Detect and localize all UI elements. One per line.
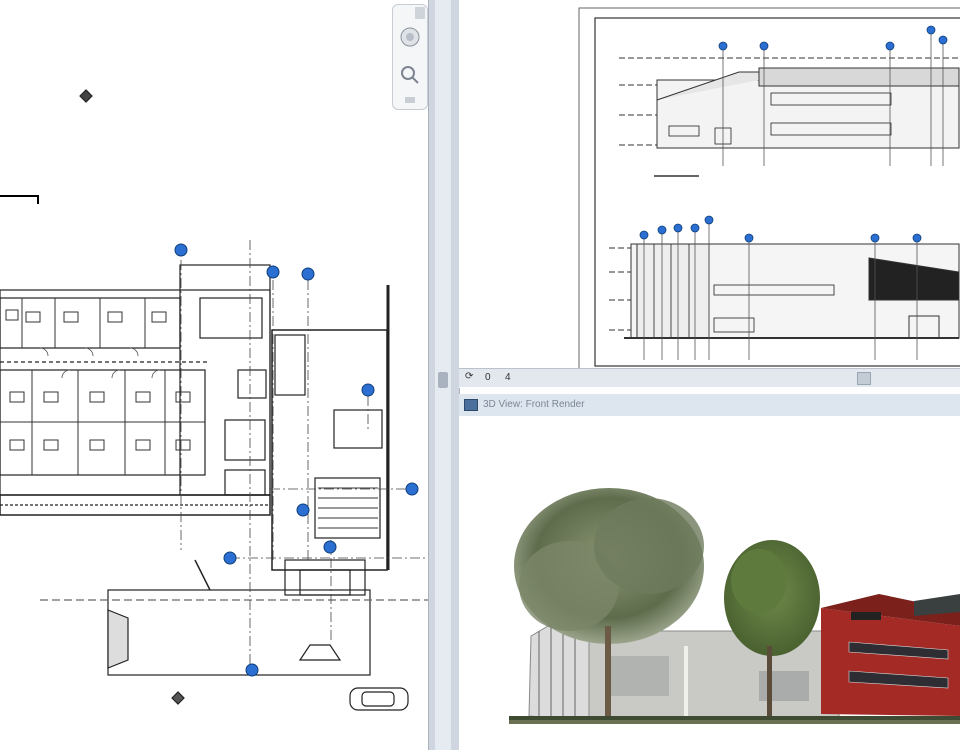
grid-bubble (301, 267, 315, 281)
brick-facade (821, 608, 960, 716)
grid-bubble (223, 551, 237, 565)
grid-bubble (759, 41, 769, 51)
splitter-grip[interactable] (438, 372, 448, 388)
north-arrow-icon (79, 89, 93, 103)
grid-bubble (870, 233, 880, 243)
scroll-handle[interactable] (857, 372, 871, 385)
grid-bubble (704, 215, 714, 225)
view-splitter[interactable] (428, 0, 460, 750)
elevation-view[interactable]: ⟳ 0 4 (459, 0, 960, 388)
grid-bubble (296, 503, 310, 517)
grid-bubble (690, 223, 700, 233)
view-control-item[interactable]: 0 (485, 372, 491, 383)
elevation-view-controls[interactable]: ⟳ 0 4 (459, 368, 960, 387)
grid-bubble (938, 35, 948, 45)
floor-plan-drawing[interactable] (0, 0, 428, 750)
grid-bubble (673, 223, 683, 233)
view-control-item[interactable]: 4 (505, 372, 511, 383)
elevation-sheet[interactable] (459, 0, 960, 371)
grid-bubble (912, 233, 922, 243)
grid-bubble (926, 25, 936, 35)
grid-bubble (245, 663, 259, 677)
render-view-icon (464, 399, 478, 411)
grid-bubble (657, 225, 667, 235)
car-symbol (349, 687, 409, 711)
render-view-title: 3D View: Front Render (483, 399, 585, 410)
zoom-icon[interactable] (401, 66, 419, 84)
grid-bubble (323, 540, 337, 554)
render-image (459, 416, 960, 750)
view-control-item[interactable]: ⟳ (465, 371, 473, 382)
grid-bubble (405, 482, 419, 496)
grid-bubble (174, 243, 188, 257)
navigation-bar[interactable] (392, 4, 428, 110)
grid-bubble (718, 41, 728, 51)
grid-bubble (639, 230, 649, 240)
grid-bubble (885, 41, 895, 51)
grid-bubble (266, 265, 280, 279)
render-view[interactable]: 3D View: Front Render (459, 394, 960, 750)
grid-bubble (744, 233, 754, 243)
orbit-icon[interactable] (400, 27, 420, 47)
floor-plan-view[interactable] (0, 0, 428, 750)
render-view-titlebar[interactable]: 3D View: Front Render (459, 394, 960, 417)
grid-bubble (361, 383, 375, 397)
